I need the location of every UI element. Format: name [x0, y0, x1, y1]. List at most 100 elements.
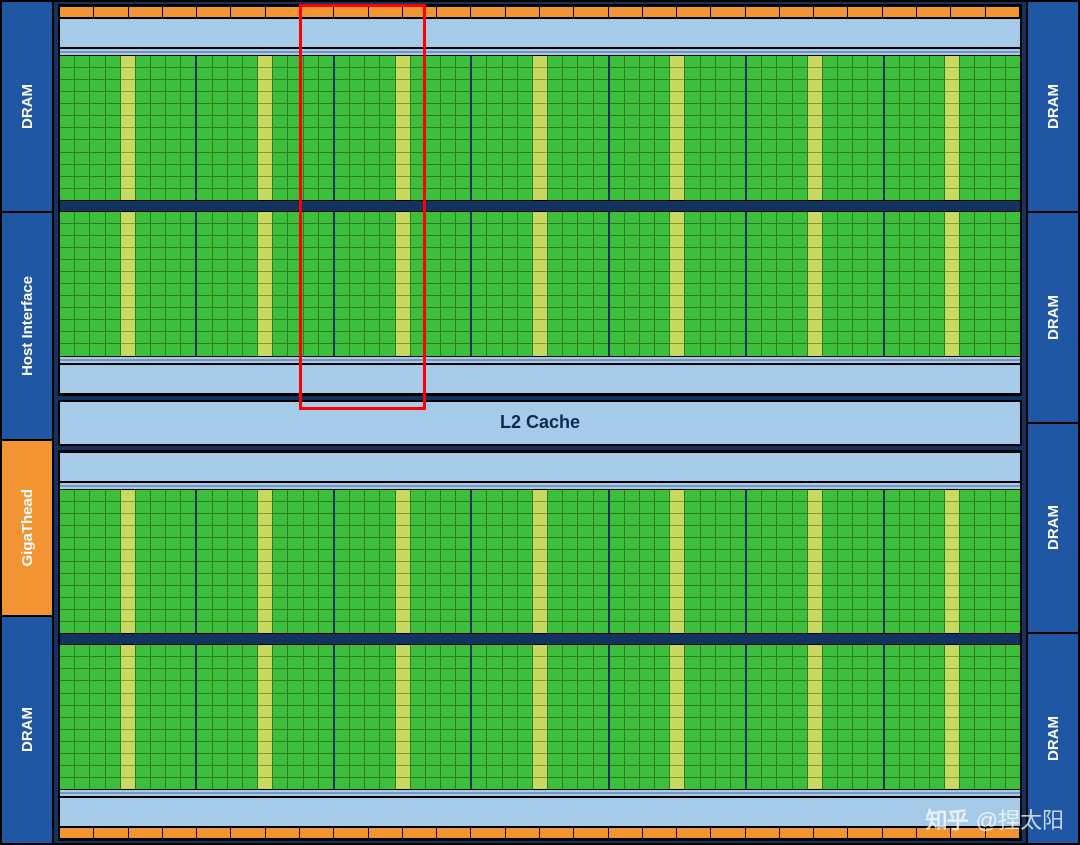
register-file-bar [60, 482, 1020, 490]
sfu-column [944, 490, 960, 634]
interconnect-bar [60, 200, 1020, 212]
sfu-column [944, 56, 960, 200]
side-block-dram: DRAM [1, 1, 53, 212]
core-column [335, 490, 395, 634]
sfu-column [532, 212, 548, 356]
sm-block [60, 56, 197, 200]
left-side-blocks: DRAMHost InterfaceGigaTheadDRAM [0, 0, 54, 845]
core-column [472, 56, 532, 200]
sfu-column [807, 490, 823, 634]
sm-block [885, 56, 1020, 200]
sfu-column [532, 490, 548, 634]
core-column [273, 56, 333, 200]
sfu-column [120, 490, 136, 634]
sm-block [472, 56, 609, 200]
register-file-bar [60, 789, 1020, 797]
sm-block [747, 490, 884, 634]
sm-block [335, 490, 472, 634]
sm-row [60, 212, 1020, 356]
core-column [685, 56, 745, 200]
core-column [411, 490, 471, 634]
core-column [610, 645, 670, 789]
register-file-bar [60, 356, 1020, 364]
sm-block [472, 645, 609, 789]
side-block-gigathead: GigaThead [1, 440, 53, 616]
side-block-dram: DRAM [1027, 212, 1079, 423]
sfu-column [669, 645, 685, 789]
core-column [136, 490, 196, 634]
core-column [960, 490, 1020, 634]
core-column [197, 645, 257, 789]
sfu-column [669, 56, 685, 200]
sm-block [335, 645, 472, 789]
sm-block [197, 645, 334, 789]
interconnect-bar [60, 633, 1020, 645]
sm-block [747, 56, 884, 200]
core-column [747, 212, 807, 356]
core-column [60, 56, 120, 200]
core-column [197, 56, 257, 200]
sm-block [197, 212, 334, 356]
sfu-column [944, 212, 960, 356]
core-column [548, 212, 608, 356]
sm-block [472, 490, 609, 634]
sfu-column [807, 645, 823, 789]
core-column [60, 212, 120, 356]
core-column [747, 56, 807, 200]
sfu-column [395, 490, 411, 634]
core-column [685, 645, 745, 789]
core-column [960, 212, 1020, 356]
sm-block [610, 645, 747, 789]
core-column [885, 56, 945, 200]
sfu-column [807, 56, 823, 200]
gpc-bottom [58, 450, 1022, 842]
sfu-column [669, 212, 685, 356]
sm-row [60, 645, 1020, 789]
core-column [685, 490, 745, 634]
core-column [411, 56, 471, 200]
core-column [335, 645, 395, 789]
sm-row [60, 490, 1020, 634]
core-column [197, 490, 257, 634]
sfu-column [257, 212, 273, 356]
core-column [610, 212, 670, 356]
register-file-bar [60, 48, 1020, 56]
sfu-column [120, 645, 136, 789]
sm-block [610, 212, 747, 356]
core-column [548, 56, 608, 200]
sm-block [747, 645, 884, 789]
sm-block [335, 56, 472, 200]
sm-block [60, 645, 197, 789]
sm-block [610, 56, 747, 200]
dispatch-bar [60, 18, 1020, 48]
sfu-column [532, 56, 548, 200]
sm-row [60, 56, 1020, 200]
gpu-chip-diagram: DRAMHost InterfaceGigaTheadDRAM L2 Cache… [0, 0, 1080, 845]
sfu-column [257, 645, 273, 789]
sfu-column [807, 212, 823, 356]
core-column [136, 212, 196, 356]
core-column [197, 212, 257, 356]
sm-block [885, 490, 1020, 634]
core-column [411, 645, 471, 789]
gpc-top [58, 4, 1022, 396]
sfu-column [257, 56, 273, 200]
sm-block [60, 490, 197, 634]
core-column [273, 212, 333, 356]
sm-block [197, 490, 334, 634]
core-column [472, 645, 532, 789]
core-column [885, 490, 945, 634]
side-block-dram: DRAM [1027, 633, 1079, 844]
core-column [960, 645, 1020, 789]
sm-block [335, 212, 472, 356]
core-column [885, 212, 945, 356]
core-column [823, 212, 883, 356]
core-column [335, 212, 395, 356]
core-column [411, 212, 471, 356]
core-column [548, 490, 608, 634]
sfu-column [120, 56, 136, 200]
core-column [472, 212, 532, 356]
dispatch-bar [60, 452, 1020, 482]
side-block-dram: DRAM [1027, 423, 1079, 634]
sm-block [747, 212, 884, 356]
